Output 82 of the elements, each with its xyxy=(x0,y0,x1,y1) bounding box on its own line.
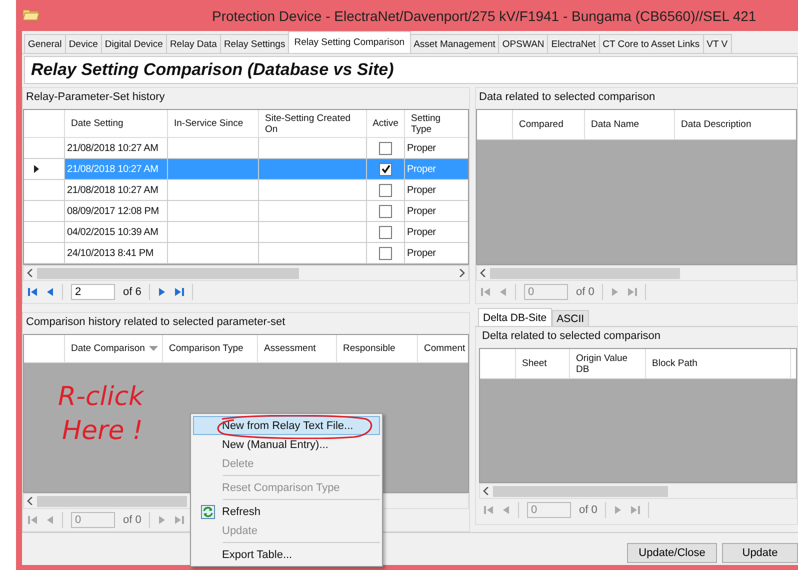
checkbox[interactable] xyxy=(379,184,392,196)
page-count: of 0 xyxy=(576,286,594,298)
column-header[interactable]: In-Service Since xyxy=(174,118,244,129)
checkbox[interactable] xyxy=(379,226,392,238)
table-cell: 08/09/2017 12:08 PM xyxy=(67,206,159,216)
scroll-left-icon[interactable] xyxy=(480,269,486,277)
tab[interactable]: VT V xyxy=(702,34,732,53)
table-row[interactable]: 24/10/2013 8:41 PM Proper xyxy=(24,243,468,264)
table-cell: Proper xyxy=(407,164,436,174)
scroll-left-icon[interactable] xyxy=(27,269,33,277)
next-page-icon[interactable] xyxy=(158,287,166,297)
horizontal-scrollbar[interactable] xyxy=(23,265,469,281)
column-header[interactable]: Comparison Type xyxy=(169,343,244,354)
refresh-icon xyxy=(201,504,215,518)
tab[interactable]: General xyxy=(24,34,66,53)
current-row-icon xyxy=(34,165,39,173)
page-number-field[interactable]: 2 xyxy=(71,284,115,300)
folder-icon xyxy=(23,8,39,21)
table-row[interactable]: 21/08/2018 10:27 AM Proper xyxy=(24,180,468,201)
horizontal-scrollbar[interactable] xyxy=(476,265,797,281)
table-cell: 21/08/2018 10:27 AM xyxy=(67,142,158,154)
tab[interactable]: Relay Setting Comparison xyxy=(288,31,411,53)
menu-item[interactable]: New (Manual Entry)... xyxy=(193,435,380,454)
column-header[interactable]: Compared xyxy=(519,119,564,130)
column-header[interactable]: Data Name xyxy=(591,119,640,130)
column-header[interactable]: Origin Value DB xyxy=(576,352,637,374)
page-count: of 0 xyxy=(123,514,142,526)
column-header[interactable]: Assessment xyxy=(264,343,316,354)
panel-title: Relay-Parameter-Set history xyxy=(25,90,166,105)
scroll-left-icon[interactable] xyxy=(483,487,489,495)
column-header[interactable]: Comment xyxy=(424,343,466,354)
sort-arrow-icon xyxy=(149,346,158,351)
column-header[interactable]: Data Description xyxy=(681,119,752,130)
table-cell: 04/02/2015 10:39 AM xyxy=(67,226,158,238)
handwritten-text: R-click xyxy=(58,381,144,414)
column-header[interactable]: Date Setting xyxy=(71,118,124,129)
table-cell: Proper xyxy=(407,184,436,196)
table-cell: Proper xyxy=(407,248,436,258)
column-header[interactable]: Setting Type xyxy=(411,112,463,134)
first-page-icon[interactable] xyxy=(28,287,38,297)
previous-page-icon[interactable] xyxy=(46,287,54,297)
checkbox[interactable] xyxy=(379,162,392,176)
table-row[interactable]: 08/09/2017 12:08 PM Proper xyxy=(24,201,468,222)
table-row[interactable]: 04/02/2015 10:39 AM Proper xyxy=(24,222,468,243)
table-cell: 21/08/2018 10:27 AM xyxy=(67,184,158,196)
panel-title: Delta related to selected comparison xyxy=(481,329,662,344)
column-header-cell[interactable]: Assessment xyxy=(258,335,337,362)
page-count: of 0 xyxy=(579,504,598,516)
table-cell: 24/10/2013 8:41 PM xyxy=(67,248,154,258)
column-header[interactable]: Block Path xyxy=(652,358,698,369)
scroll-left-icon[interactable] xyxy=(27,497,33,505)
table-row[interactable]: 21/08/2018 10:27 AM Proper xyxy=(24,138,468,159)
column-header[interactable]: Active xyxy=(372,118,398,129)
handwritten-text: Here ! xyxy=(62,415,144,448)
column-header[interactable]: Site-Setting Created On xyxy=(265,112,358,134)
tab[interactable]: ASCII xyxy=(552,310,590,326)
table-cell: Proper xyxy=(407,142,436,154)
page-count: of 6 xyxy=(123,286,142,298)
checkbox[interactable] xyxy=(379,246,392,260)
scroll-right-icon[interactable] xyxy=(459,269,465,277)
menu-item[interactable]: Refresh xyxy=(193,502,380,521)
last-page-icon[interactable] xyxy=(174,287,184,297)
tab[interactable]: Delta DB-Site xyxy=(478,308,552,326)
table-cell: Proper xyxy=(407,226,436,238)
dialog-button[interactable]: Update xyxy=(722,543,798,563)
table-cell: 21/08/2018 10:27 AM xyxy=(67,164,158,174)
window-title: Protection Device - ElectraNet/Davenport/275 kV/F1941 - Bungama (CB6560)//SEL 421 xyxy=(212,8,756,24)
dialog-button[interactable]: Update/Close xyxy=(627,543,717,563)
panel-title: Comparison history related to selected parameter-set xyxy=(25,315,286,330)
column-header-cell[interactable]: Comparison Type xyxy=(163,335,258,362)
column-header[interactable]: Sheet xyxy=(522,358,547,369)
column-header[interactable]: Date Comparison xyxy=(71,343,145,354)
checkbox[interactable] xyxy=(379,204,392,218)
checkbox[interactable] xyxy=(379,142,392,154)
table-cell: Proper xyxy=(407,206,436,216)
column-header-cell[interactable]: Date Comparison xyxy=(65,335,163,362)
page-heading: Relay Setting Comparison (Database vs Site) xyxy=(24,56,798,84)
menu-item[interactable]: Export Table... xyxy=(193,545,380,564)
horizontal-scrollbar[interactable] xyxy=(479,483,797,499)
column-header-cell[interactable]: Responsible xyxy=(337,335,418,362)
column-header[interactable]: Responsible xyxy=(343,343,396,354)
panel-title: Data related to selected comparison xyxy=(478,90,656,105)
